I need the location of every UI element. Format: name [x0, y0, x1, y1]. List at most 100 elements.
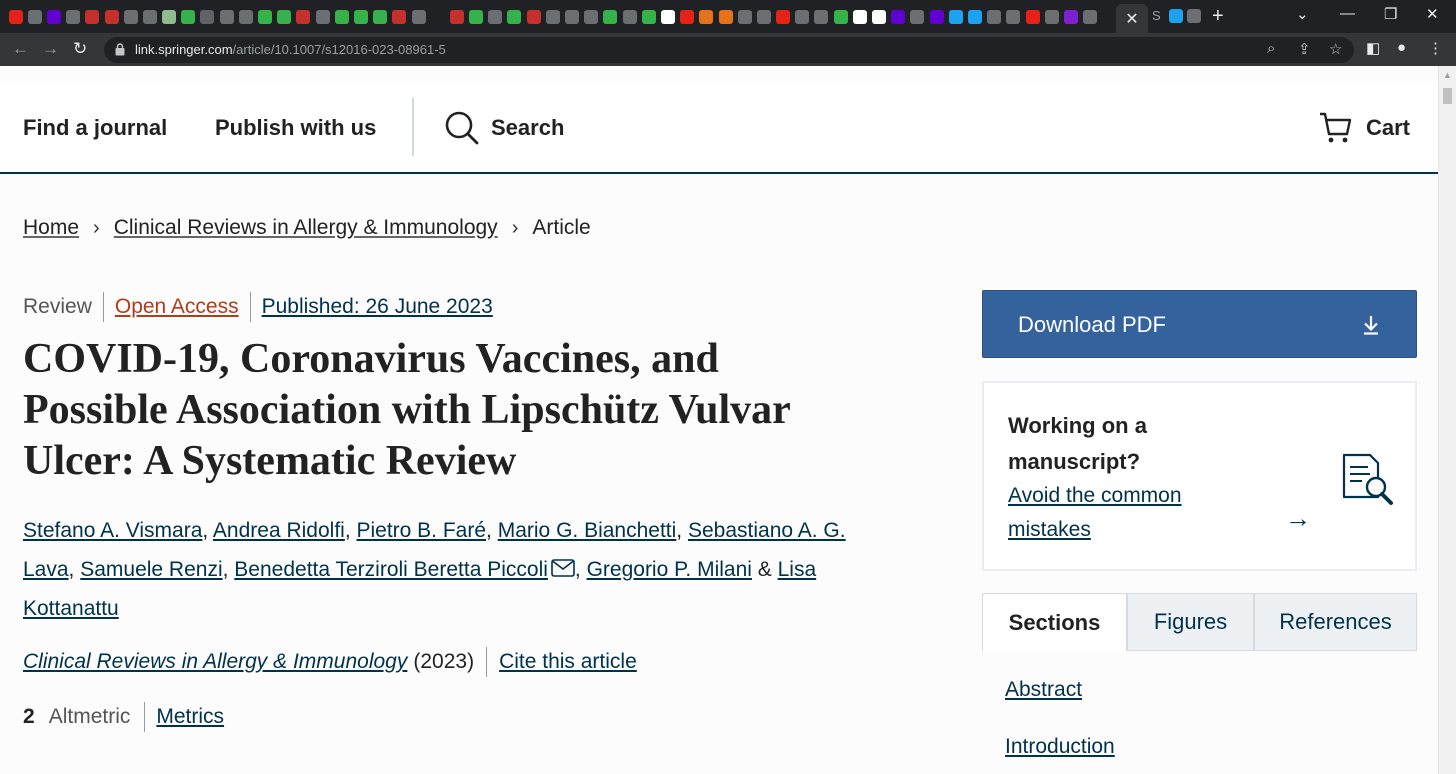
zoom-icon[interactable]: ⌕: [1267, 40, 1275, 57]
tab-favicon-icon[interactable]: [200, 9, 215, 24]
tab-favicon-icon[interactable]: [910, 9, 925, 24]
tab-favicon-icon[interactable]: [891, 9, 906, 24]
arrow-right-icon[interactable]: →: [1285, 503, 1311, 534]
tab-letter-s[interactable]: S: [1152, 8, 1161, 23]
tab-references[interactable]: References: [1254, 593, 1417, 651]
tab-favicon-icon[interactable]: [373, 9, 388, 24]
minimize-icon[interactable]: —: [1340, 5, 1355, 22]
breadcrumb-journal[interactable]: Clinical Reviews in Allergy & Immunology: [114, 216, 498, 240]
active-tab[interactable]: ✕: [1116, 4, 1148, 33]
reload-icon[interactable]: ↻: [73, 39, 87, 59]
menu-kebab-icon[interactable]: ⋮: [1428, 39, 1443, 57]
tab-favicon-icon[interactable]: [737, 9, 752, 24]
close-window-icon[interactable]: ✕: [1426, 5, 1439, 23]
tab-favicon-icon[interactable]: [948, 9, 963, 24]
tab-sections[interactable]: Sections: [982, 593, 1127, 651]
author-link[interactable]: Stefano A. Vismara: [23, 519, 202, 542]
tab-favicon-icon[interactable]: [872, 9, 887, 24]
back-icon[interactable]: ←: [12, 39, 29, 59]
tab-favicon-icon[interactable]: [104, 9, 119, 24]
tab-favicon-icon[interactable]: [162, 9, 177, 24]
tab-favicon-icon[interactable]: [1186, 9, 1201, 23]
author-link[interactable]: Benedetta Terziroli Beretta Piccoli: [234, 558, 548, 581]
tab-favicon-icon[interactable]: [8, 9, 23, 24]
share-icon[interactable]: ⇪: [1298, 40, 1311, 58]
tab-figures[interactable]: Figures: [1127, 593, 1254, 651]
author-link[interactable]: Pietro B. Faré: [356, 519, 486, 542]
tab-favicon-icon[interactable]: [833, 9, 848, 24]
author-link[interactable]: Andrea Ridolfi: [213, 519, 345, 542]
tab-favicon-icon[interactable]: [1006, 9, 1021, 24]
metrics-link[interactable]: Metrics: [156, 705, 224, 729]
email-icon[interactable]: [551, 559, 575, 577]
tab-favicon-icon[interactable]: [392, 9, 407, 24]
tab-favicon-icon[interactable]: [181, 9, 196, 24]
tab-favicon-icon[interactable]: [776, 9, 791, 24]
cart-link[interactable]: Cart: [1366, 115, 1410, 141]
tab-favicon-icon[interactable]: [852, 9, 867, 24]
tab-favicon-icon[interactable]: [449, 9, 464, 24]
tab-favicon-icon[interactable]: [699, 9, 714, 24]
tab-favicon-icon[interactable]: [66, 9, 81, 24]
tab-favicon-icon[interactable]: [718, 9, 733, 24]
tab-favicon-icon[interactable]: [488, 9, 503, 24]
tab-favicon-icon[interactable]: [142, 9, 157, 24]
author-link[interactable]: Samuele Renzi: [80, 558, 222, 581]
tab-favicon-icon[interactable]: [315, 9, 330, 24]
tab-favicon-icon[interactable]: [795, 9, 810, 24]
download-pdf-button[interactable]: Download PDF: [982, 290, 1417, 358]
search-icon[interactable]: [445, 111, 479, 145]
tab-favicon-icon[interactable]: [565, 9, 580, 24]
journal-name-link[interactable]: Clinical Reviews in Allergy & Immunology: [23, 650, 407, 674]
open-access-link[interactable]: Open Access: [115, 295, 239, 319]
tab-favicon-icon[interactable]: [296, 9, 311, 24]
close-tab-icon[interactable]: ✕: [1125, 9, 1138, 29]
tab-favicon-icon[interactable]: [967, 9, 982, 24]
tab-favicon-icon[interactable]: [85, 9, 100, 24]
tab-favicon-icon[interactable]: [334, 9, 349, 24]
published-date-link[interactable]: Published: 26 June 2023: [262, 295, 493, 319]
avoid-mistakes-link[interactable]: Avoid the common mistakes: [1008, 479, 1268, 547]
tab-favicon-icon[interactable]: [660, 9, 675, 24]
side-panel-icon[interactable]: ◧: [1366, 39, 1380, 57]
tab-favicon-icon[interactable]: [526, 9, 541, 24]
tab-favicon-icon[interactable]: [277, 9, 292, 24]
toc-introduction-link[interactable]: Introduction: [1005, 735, 1115, 774]
tab-favicon-icon[interactable]: [987, 9, 1002, 24]
tab-favicon-icon[interactable]: [603, 9, 618, 24]
tab-favicon-icon[interactable]: [411, 9, 426, 24]
tab-favicon-icon[interactable]: [929, 9, 944, 24]
forward-icon[interactable]: →: [42, 39, 59, 59]
address-bar[interactable]: link.springer.com/article/10.1007/s12016…: [104, 37, 1354, 63]
tab-favicon-icon[interactable]: [507, 9, 522, 24]
cite-article-link[interactable]: Cite this article: [499, 650, 637, 674]
tab-favicon-icon[interactable]: [622, 9, 637, 24]
cart-icon[interactable]: [1318, 111, 1352, 145]
breadcrumb-home[interactable]: Home: [23, 216, 79, 240]
tab-favicon-icon[interactable]: [1044, 9, 1059, 24]
tab-favicon-icon[interactable]: [1063, 9, 1078, 24]
bookmark-star-icon[interactable]: ☆: [1329, 40, 1342, 58]
page-scrollbar[interactable]: ▲: [1438, 66, 1456, 774]
scroll-thumb[interactable]: [1443, 88, 1452, 104]
profile-avatar-icon[interactable]: ●: [1397, 39, 1406, 56]
tab-favicon-icon[interactable]: [469, 9, 484, 24]
tab-favicon-icon[interactable]: [641, 9, 656, 24]
tab-favicon-icon[interactable]: [46, 9, 61, 24]
new-tab-button[interactable]: +: [1212, 5, 1224, 28]
author-link[interactable]: Mario G. Bianchetti: [498, 519, 677, 542]
tab-favicon-icon[interactable]: [584, 9, 599, 24]
tab-favicon-icon[interactable]: [545, 9, 560, 24]
tab-favicon-icon[interactable]: [680, 9, 695, 24]
tab-favicon-icon[interactable]: [353, 9, 368, 24]
tab-favicon-icon[interactable]: [756, 9, 771, 24]
tab-favicon-icon[interactable]: [123, 9, 138, 24]
restore-icon[interactable]: ❐: [1384, 5, 1397, 23]
scroll-up-icon[interactable]: ▲: [1443, 70, 1452, 80]
tab-favicon-icon[interactable]: [1083, 9, 1098, 24]
tab-favicon-icon[interactable]: [27, 9, 42, 24]
tab-search-icon[interactable]: ⌄: [1296, 5, 1309, 23]
tab-favicon-icon[interactable]: [430, 9, 445, 24]
twitter-tab-icon[interactable]: [1168, 9, 1183, 23]
tab-favicon-icon[interactable]: [258, 9, 273, 24]
